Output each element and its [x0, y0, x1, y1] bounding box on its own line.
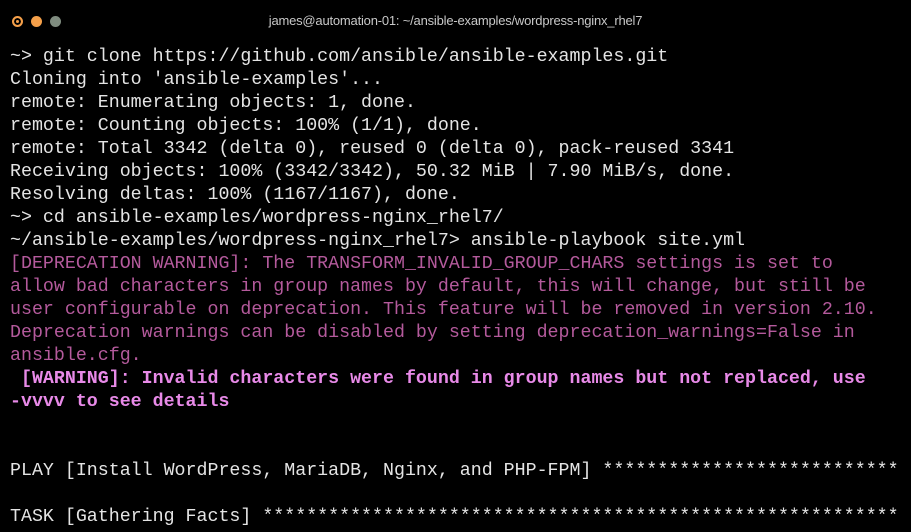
warning-line: -vvvv to see details [10, 392, 230, 412]
terminal-line: Resolving deltas: 100% (1167/1167), done… [10, 185, 460, 205]
terminal-line: Cloning into 'ansible-examples'... [10, 70, 383, 90]
terminal-line: remote: Total 3342 (delta 0), reused 0 (… [10, 139, 735, 159]
deprecation-warning-line: [DEPRECATION WARNING]: The TRANSFORM_INV… [10, 254, 833, 274]
terminal-line: ~> cd ansible-examples/wordpress-nginx_r… [10, 208, 504, 228]
terminal-line: Receiving objects: 100% (3342/3342), 50.… [10, 162, 735, 182]
deprecation-warning-line: ansible.cfg. [10, 346, 142, 366]
terminal-output[interactable]: ~> git clone https://github.com/ansible/… [10, 46, 911, 529]
deprecation-warning-line: user configurable on deprecation. This f… [10, 300, 877, 320]
deprecation-warning-line: Deprecation warnings can be disabled by … [10, 323, 855, 343]
deprecation-warning-line: allow bad characters in group names by d… [10, 277, 866, 297]
terminal-line: ~/ansible-examples/wordpress-nginx_rhel7… [10, 231, 746, 251]
terminal-line: PLAY [Install WordPress, MariaDB, Nginx,… [10, 461, 899, 481]
terminal-line: ~> git clone https://github.com/ansible/… [10, 47, 669, 67]
title-bar: james@automation-01: ~/ansible-examples/… [0, 0, 911, 44]
terminal-line: remote: Enumerating objects: 1, done. [10, 93, 416, 113]
window-title: james@automation-01: ~/ansible-examples/… [268, 13, 643, 28]
warning-line: [WARNING]: Invalid characters were found… [10, 369, 866, 389]
terminal-line: remote: Counting objects: 100% (1/1), do… [10, 116, 482, 136]
terminal-line: TASK [Gathering Facts] *****************… [10, 507, 899, 527]
